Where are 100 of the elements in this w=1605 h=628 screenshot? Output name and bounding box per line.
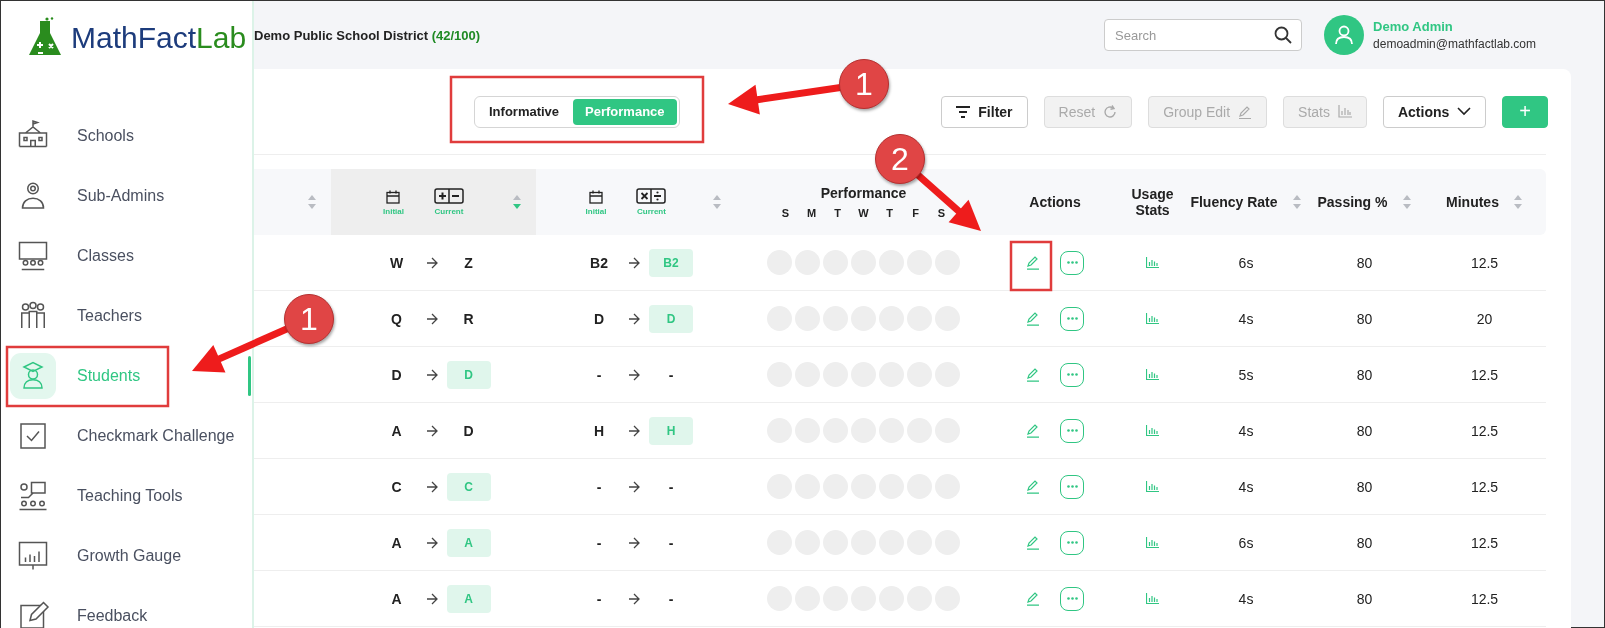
actions-dropdown[interactable]: Actions xyxy=(1382,95,1487,128)
arrow-right-icon xyxy=(628,256,640,269)
sort-icon[interactable] xyxy=(512,194,522,210)
bar-chart-icon[interactable] xyxy=(1146,537,1159,548)
current-level: A xyxy=(446,584,491,613)
plus-minus-icon xyxy=(433,188,464,204)
bar-chart-icon[interactable] xyxy=(1146,369,1159,380)
search-field[interactable]: Search xyxy=(1104,19,1303,51)
bar-chart-icon[interactable] xyxy=(1146,425,1159,436)
initial-level: C xyxy=(390,478,403,495)
user-name: Demo Admin xyxy=(1373,19,1454,34)
edit-button[interactable] xyxy=(1026,479,1040,494)
bar-chart-icon[interactable] xyxy=(1146,593,1159,604)
pencil-icon xyxy=(1026,479,1040,494)
filter-button[interactable]: Filter xyxy=(941,95,1028,128)
sidebar-item[interactable]: Growth Gauge xyxy=(1,526,252,586)
table-cell: 4s xyxy=(1238,310,1254,327)
current-level: - xyxy=(667,477,675,497)
search-icon xyxy=(1274,26,1293,44)
sidebar-item[interactable]: Classes xyxy=(1,226,252,286)
sidebar-item[interactable]: Checkmark Challenge xyxy=(1,406,252,466)
more-button[interactable] xyxy=(1060,306,1084,331)
bar-chart-icon[interactable] xyxy=(1146,481,1159,492)
highlight-box xyxy=(1009,240,1053,292)
table-cell: 6s xyxy=(1238,534,1254,551)
district-name: Demo Public School District (42/100) xyxy=(254,27,481,43)
table-cell: 12.5 xyxy=(1470,422,1499,439)
column-sublabel: Current xyxy=(637,207,666,216)
edit-button[interactable] xyxy=(1026,423,1040,438)
day-label: T xyxy=(885,207,894,219)
column-sublabel: Initial xyxy=(383,207,404,216)
arrow-right-icon xyxy=(628,424,640,437)
sort-icon[interactable] xyxy=(1291,194,1302,210)
initial-level: Q xyxy=(390,310,403,327)
arrow-right-icon xyxy=(425,424,438,437)
pencil-icon xyxy=(1026,255,1040,270)
arrow-right-icon xyxy=(628,480,640,493)
table-cell: 5s xyxy=(1238,366,1254,383)
arrow-right-icon xyxy=(425,536,438,549)
initial-level: - xyxy=(595,590,603,607)
edit-button[interactable] xyxy=(1026,367,1040,382)
more-button[interactable] xyxy=(1060,474,1084,499)
sidebar-item[interactable]: Schools xyxy=(1,106,252,166)
more-button[interactable] xyxy=(1060,362,1084,387)
sidebar-item[interactable]: Feedback xyxy=(1,586,252,628)
arrow-right-icon xyxy=(628,312,640,325)
sort-icon[interactable] xyxy=(1512,194,1523,210)
sidebar-item[interactable]: Teachers xyxy=(1,286,252,346)
avatar[interactable] xyxy=(1324,15,1365,55)
more-icon xyxy=(1066,485,1078,488)
current-level: H xyxy=(649,416,693,445)
current-level: - xyxy=(667,589,675,609)
day-label: F xyxy=(911,207,920,219)
table-cell: 20 xyxy=(1476,310,1493,327)
sidebar-item[interactable]: Sub-Admins xyxy=(1,166,252,226)
arrow-right-icon xyxy=(425,312,438,325)
initial-level: A xyxy=(390,534,403,551)
initial-level: H xyxy=(592,422,606,439)
logo-text: MathFactLab xyxy=(71,21,247,55)
table-cell: 80 xyxy=(1356,534,1373,551)
edit-button[interactable] xyxy=(1026,311,1040,326)
column-header: Minutes xyxy=(1446,194,1499,210)
filter-icon xyxy=(956,105,971,118)
multiply-divide-icon xyxy=(636,188,667,204)
current-level: R xyxy=(462,309,475,329)
sidebar-item[interactable]: Teaching Tools xyxy=(1,466,252,526)
initial-level: A xyxy=(390,422,403,439)
sort-icon[interactable] xyxy=(712,194,722,210)
pencil-icon xyxy=(1026,535,1040,550)
edit-button[interactable] xyxy=(1026,591,1040,606)
bar-chart-icon[interactable] xyxy=(1146,257,1159,268)
pencil-icon xyxy=(1026,591,1040,606)
column-header: Performance xyxy=(820,185,907,201)
edit-button[interactable] xyxy=(1026,535,1040,550)
table-cell: 80 xyxy=(1356,478,1373,495)
column-header: Fluency Rate xyxy=(1190,194,1278,210)
more-button[interactable] xyxy=(1060,418,1084,443)
initial-level: D xyxy=(390,366,403,383)
table-cell: 12.5 xyxy=(1470,366,1499,383)
arrow-right-icon xyxy=(425,368,438,381)
initial-level: B2 xyxy=(589,254,609,271)
more-button[interactable] xyxy=(1060,250,1084,275)
day-label: M xyxy=(805,207,818,219)
arrow-right-icon xyxy=(425,480,438,493)
more-button[interactable] xyxy=(1060,586,1084,611)
more-icon xyxy=(1066,597,1078,600)
user-icon xyxy=(1335,25,1354,45)
more-button[interactable] xyxy=(1060,530,1084,555)
column-sublabel: Initial xyxy=(585,207,607,216)
arrow xyxy=(914,171,981,231)
sort-icon[interactable] xyxy=(307,194,317,210)
sort-icon[interactable] xyxy=(1401,194,1412,210)
table-cell: 12.5 xyxy=(1470,590,1499,607)
table-cell: 12.5 xyxy=(1470,254,1499,271)
edit-button[interactable] xyxy=(1026,255,1040,270)
current-level: D xyxy=(446,360,491,389)
initial-level: W xyxy=(388,254,405,271)
more-icon xyxy=(1066,541,1078,544)
bar-chart-icon[interactable] xyxy=(1146,313,1159,324)
table-cell: 80 xyxy=(1356,590,1373,607)
